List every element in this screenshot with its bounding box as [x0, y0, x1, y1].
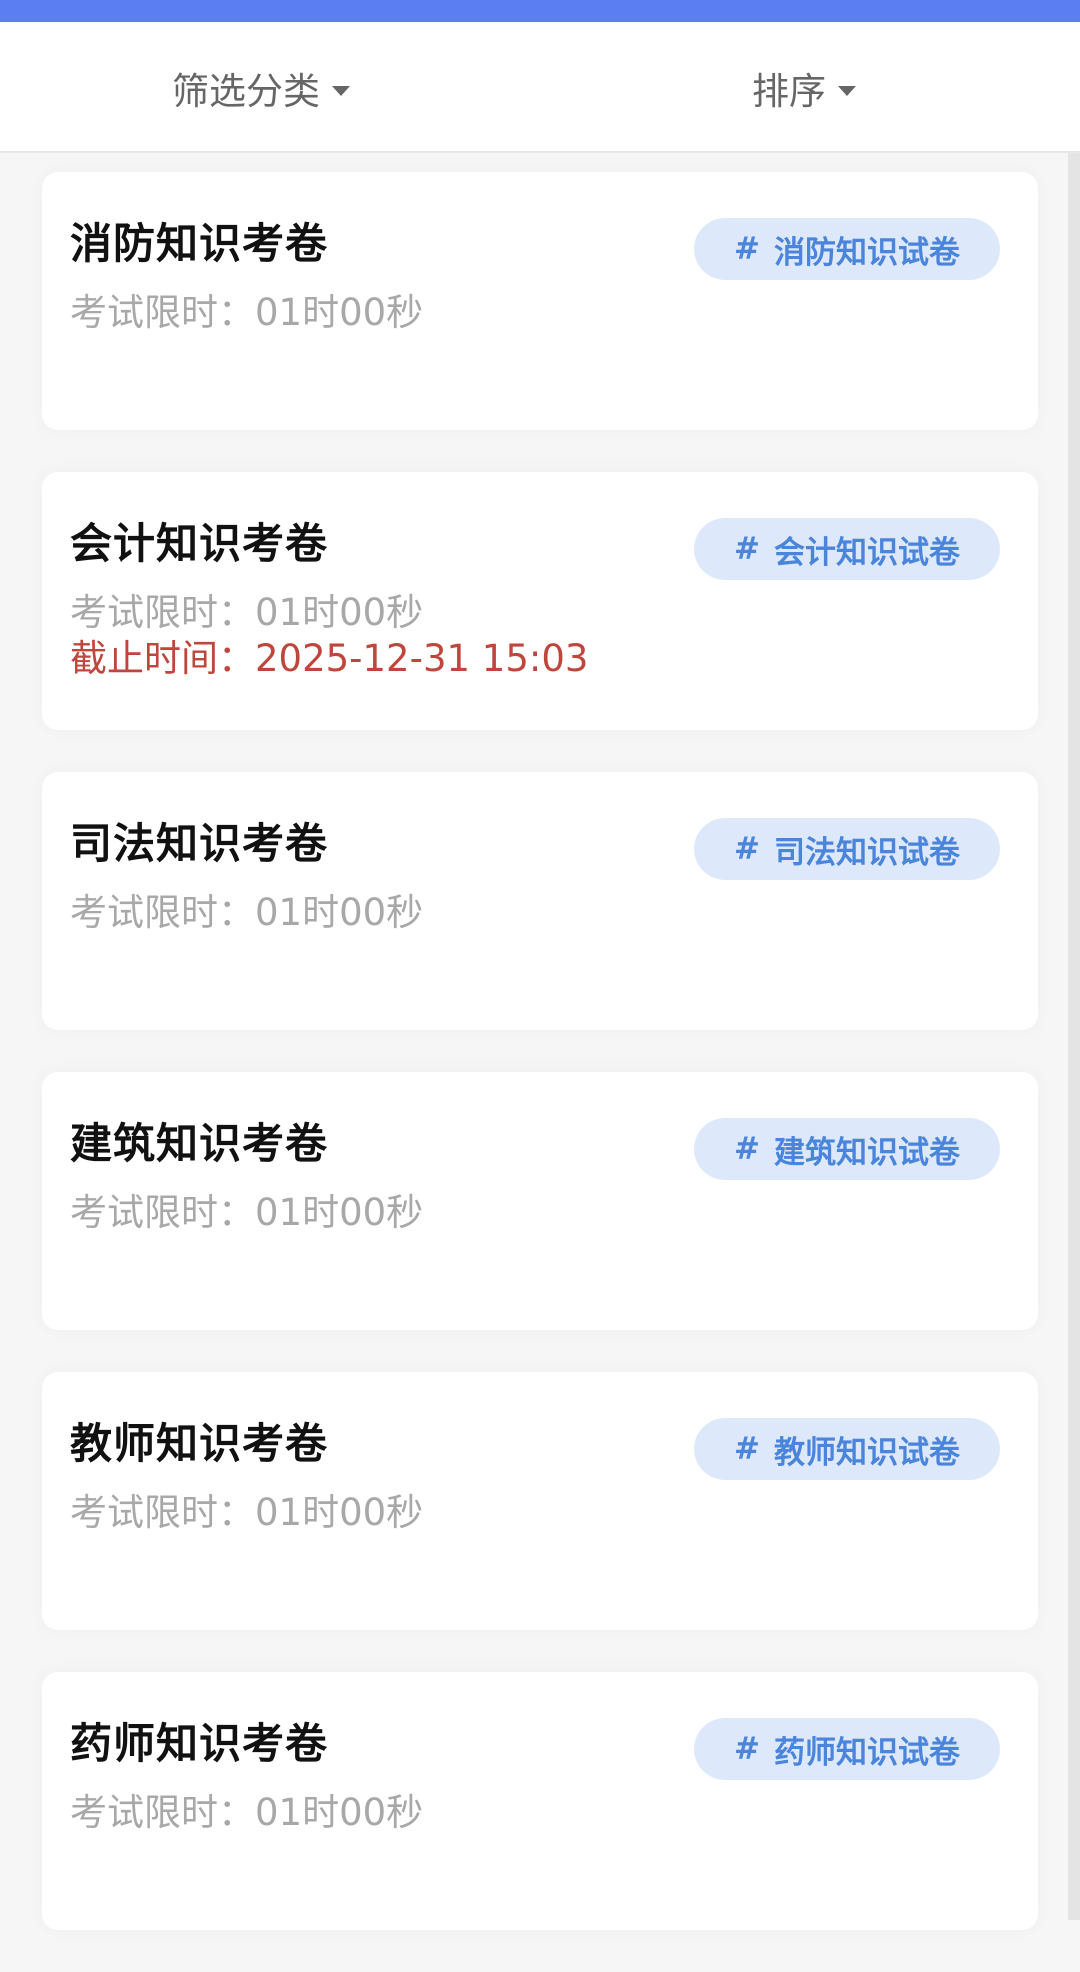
exam-time-limit: 考试限时：01时00秒 — [70, 891, 424, 934]
exam-category-tag[interactable]: # 药师知识试卷 — [694, 1718, 1000, 1780]
exam-card[interactable]: 建筑知识考卷 考试限时：01时00秒 # 建筑知识试卷 — [42, 1072, 1038, 1330]
exam-time-limit: 考试限时：01时00秒 — [70, 1791, 424, 1834]
exam-card[interactable]: 司法知识考卷 考试限时：01时00秒 # 司法知识试卷 — [42, 772, 1038, 1030]
exam-category-tag[interactable]: # 司法知识试卷 — [694, 818, 1000, 880]
top-accent-bar — [0, 0, 1080, 22]
exam-category-tag[interactable]: # 建筑知识试卷 — [694, 1118, 1000, 1180]
chevron-down-icon — [332, 86, 350, 96]
exam-card[interactable]: 会计知识考卷 考试限时：01时00秒 截止时间：2025-12-31 15:03… — [42, 472, 1038, 730]
exam-card[interactable]: 药师知识考卷 考试限时：01时00秒 # 药师知识试卷 — [42, 1672, 1038, 1930]
exam-title: 会计知识考卷 — [70, 519, 329, 568]
hash-icon: # — [734, 231, 760, 267]
exam-category-tag-label: 会计知识试卷 — [773, 534, 960, 571]
hash-icon: # — [734, 531, 760, 567]
exam-time-limit: 考试限时：01时00秒 — [70, 1191, 424, 1234]
exam-category-tag-label: 药师知识试卷 — [773, 1734, 960, 1771]
exam-category-tag-label: 消防知识试卷 — [773, 234, 960, 271]
exam-category-tag-label: 建筑知识试卷 — [773, 1134, 960, 1171]
exam-title: 消防知识考卷 — [70, 219, 329, 268]
hash-icon: # — [734, 1731, 760, 1767]
category-filter-dropdown[interactable]: 筛选分类 — [172, 58, 350, 118]
hash-icon: # — [734, 1431, 760, 1467]
exam-title: 教师知识考卷 — [70, 1419, 329, 1468]
exam-card[interactable]: 教师知识考卷 考试限时：01时00秒 # 教师知识试卷 — [42, 1372, 1038, 1630]
exam-title: 建筑知识考卷 — [70, 1119, 329, 1168]
exam-category-tag-label: 司法知识试卷 — [773, 834, 960, 871]
scrollbar-track[interactable] — [1068, 153, 1080, 1920]
hash-icon: # — [734, 831, 760, 867]
exam-title: 司法知识考卷 — [70, 819, 329, 868]
sort-label: 排序 — [752, 70, 826, 113]
exam-title: 药师知识考卷 — [70, 1719, 329, 1768]
hash-icon: # — [734, 1131, 760, 1167]
exam-category-tag[interactable]: # 教师知识试卷 — [694, 1418, 1000, 1480]
exam-category-tag[interactable]: # 会计知识试卷 — [694, 518, 1000, 580]
filter-bar: 筛选分类 排序 — [0, 22, 1080, 153]
exam-list: 消防知识考卷 考试限时：01时00秒 # 消防知识试卷 会计知识考卷 考试限时：… — [42, 172, 1038, 1972]
exam-category-tag-label: 教师知识试卷 — [773, 1434, 960, 1471]
exam-time-limit: 考试限时：01时00秒 — [70, 1491, 424, 1534]
exam-deadline: 截止时间：2025-12-31 15:03 — [70, 637, 589, 680]
exam-card[interactable]: 消防知识考卷 考试限时：01时00秒 # 消防知识试卷 — [42, 172, 1038, 430]
exam-time-limit: 考试限时：01时00秒 — [70, 291, 424, 334]
sort-dropdown[interactable]: 排序 — [752, 58, 856, 118]
category-filter-label: 筛选分类 — [172, 70, 320, 113]
exam-category-tag[interactable]: # 消防知识试卷 — [694, 218, 1000, 280]
chevron-down-icon — [838, 86, 856, 96]
